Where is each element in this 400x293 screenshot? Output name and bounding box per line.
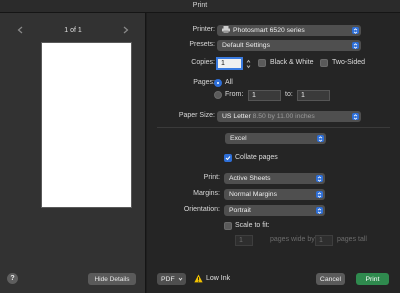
chevron-updown-icon (352, 42, 359, 49)
pages-all-row: Pages: All (147, 78, 400, 90)
copies-stepper[interactable] (245, 58, 252, 69)
settings-pane: Printer: Photosmart 6520 series Presets:… (147, 13, 400, 293)
warning-triangle-icon (194, 274, 203, 283)
chevron-down-icon (178, 277, 183, 281)
section-value: Excel (230, 135, 247, 142)
orientation-row: Orientation: Portrait (147, 205, 400, 217)
chevron-updown-icon (352, 27, 359, 34)
pdf-label: PDF (161, 275, 175, 283)
presets-label: Presets: (189, 41, 215, 48)
pages-from-radio[interactable] (214, 91, 222, 99)
checkmark-icon (225, 156, 231, 161)
cancel-button[interactable]: Cancel (316, 273, 345, 285)
orientation-select[interactable]: Portrait (224, 205, 325, 216)
presets-value: Default Settings (222, 42, 270, 49)
pages-all-label: All (225, 79, 233, 86)
collate-checkbox[interactable] (224, 154, 232, 162)
printer-select[interactable]: Photosmart 6520 series (217, 25, 361, 36)
section-select[interactable]: Excel (225, 133, 326, 144)
previous-page-button[interactable] (13, 23, 27, 37)
margins-label: Margins: (193, 190, 220, 197)
pages-range-row: From: 1 to: 1 (147, 90, 400, 102)
paper-size-select[interactable]: US Letter 8.50 by 11.00 inches (217, 111, 361, 122)
next-page-button[interactable] (119, 23, 133, 37)
scale-tall-field[interactable]: 1 (315, 235, 333, 246)
copies-row: Copies: 1 Black & White Two-Sided (147, 58, 400, 70)
pdf-menu-button[interactable]: PDF (157, 273, 186, 285)
scale-wide-field[interactable]: 1 (235, 235, 253, 246)
window-title: Print (192, 2, 208, 9)
chevron-updown-icon (316, 175, 323, 182)
margins-value: Normal Margins (229, 191, 277, 198)
print-what-row: Print: Active Sheets (147, 173, 400, 185)
margins-row: Margins: Normal Margins (147, 189, 400, 201)
orientation-value: Portrait (229, 207, 251, 214)
black-white-checkbox[interactable] (258, 59, 266, 67)
orientation-label: Orientation: (183, 206, 220, 213)
pages-to-label: to: (285, 91, 293, 98)
pages-label: Pages: (193, 79, 215, 86)
black-white-label: Black & White (270, 59, 314, 66)
copies-label: Copies: (191, 59, 215, 66)
print-what-value: Active Sheets (229, 175, 271, 182)
scale-to-fit-label: Scale to fit: (235, 222, 270, 229)
low-ink-warning: Low Ink (206, 275, 231, 282)
print-what-label: Print: (203, 174, 220, 181)
help-button[interactable]: ? (7, 273, 18, 284)
presets-row: Presets: Default Settings (147, 40, 400, 52)
hide-details-button[interactable]: Hide Details (88, 273, 136, 285)
pages-from-field[interactable]: 1 (248, 90, 281, 101)
chevron-updown-icon (317, 135, 324, 142)
printer-row: Printer: Photosmart 6520 series (147, 25, 400, 37)
two-sided-checkbox[interactable] (320, 59, 328, 67)
scale-fields-row: 1 pages wide by 1 pages tall (147, 235, 400, 247)
scale-to-fit-checkbox[interactable] (224, 222, 232, 230)
chevron-right-icon (123, 26, 129, 34)
page-preview (42, 43, 131, 207)
scale-wide-label: pages wide by (270, 236, 315, 243)
print-what-select[interactable]: Active Sheets (224, 173, 325, 184)
title-bar: Print (0, 0, 400, 13)
copies-field[interactable]: 1 (217, 58, 242, 69)
chevron-updown-icon (316, 207, 323, 214)
pages-to-field[interactable]: 1 (297, 90, 330, 101)
page-indicator: 1 of 1 (64, 26, 82, 34)
collate-row: Collate pages (147, 153, 400, 165)
paper-size-row: Paper Size: US Letter 8.50 by 11.00 inch… (147, 111, 400, 123)
scale-tall-label: pages tall (337, 236, 367, 243)
section-row: Excel (147, 133, 400, 145)
scale-row: Scale to fit: (147, 221, 400, 233)
paper-size-detail: 8.50 by 11.00 inches (252, 113, 315, 120)
section-divider (157, 127, 390, 128)
printer-icon (222, 26, 230, 33)
paper-size-value: US Letter (222, 113, 251, 120)
chevron-left-icon (17, 26, 23, 34)
collate-label: Collate pages (235, 154, 278, 161)
margins-select[interactable]: Normal Margins (224, 189, 325, 200)
two-sided-label: Two-Sided (332, 59, 366, 66)
print-button[interactable]: Print (356, 273, 389, 285)
printer-value: Photosmart 6520 series (233, 27, 305, 34)
chevron-updown-icon (316, 191, 323, 198)
printer-label: Printer: (192, 26, 215, 33)
pages-all-radio[interactable] (214, 79, 222, 87)
presets-select[interactable]: Default Settings (217, 40, 361, 51)
preview-pane: 1 of 1 ? Hide Details (0, 13, 146, 293)
pages-from-label: From: (225, 91, 244, 98)
chevron-updown-icon (352, 113, 359, 120)
page-navigator: 1 of 1 (13, 23, 133, 37)
paper-size-label: Paper Size: (178, 112, 215, 119)
